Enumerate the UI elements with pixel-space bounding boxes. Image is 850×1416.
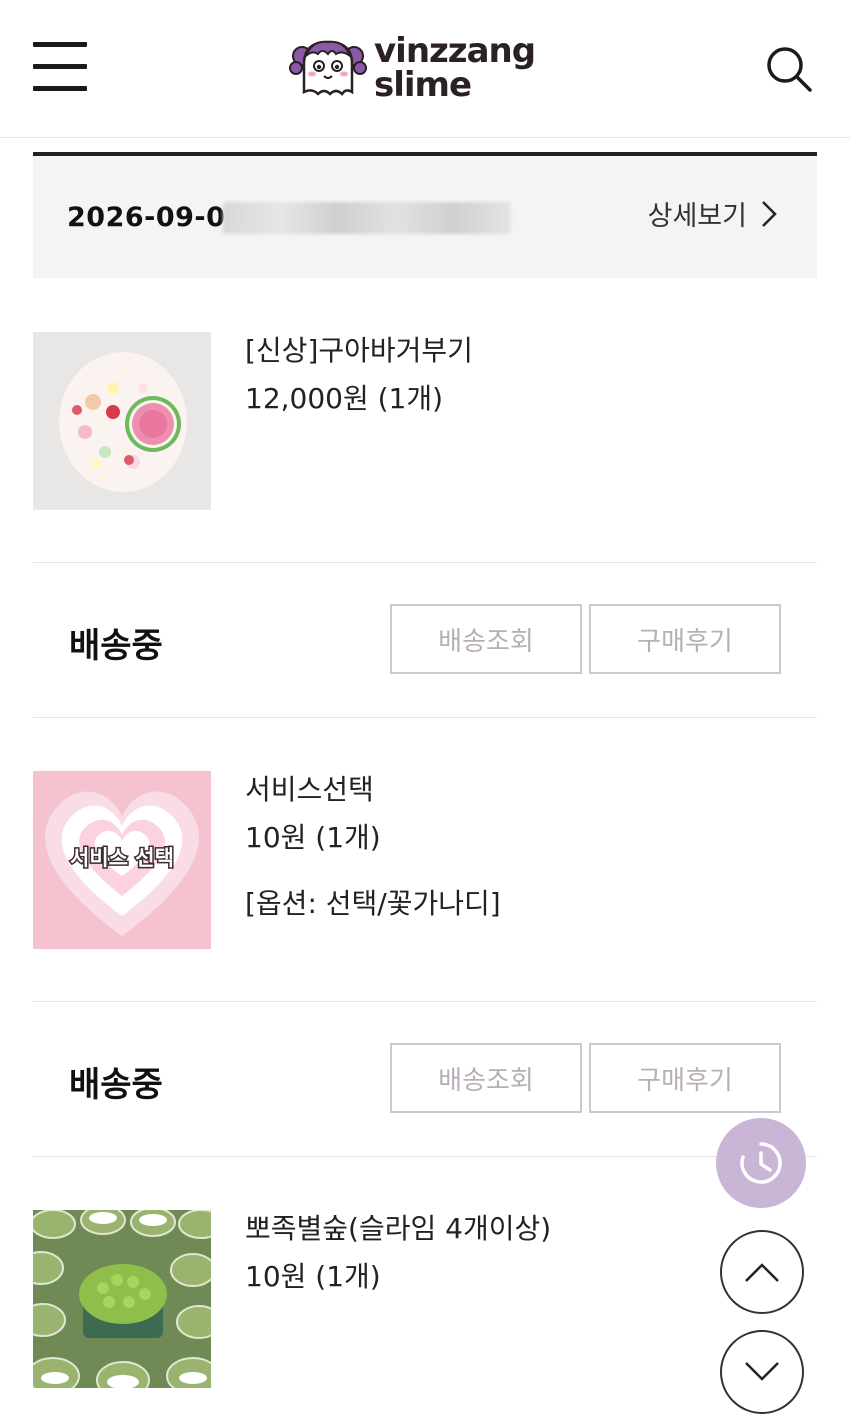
product-price: 10원 (1개) — [245, 1260, 381, 1293]
detail-link-label: 상세보기 — [647, 201, 747, 232]
item-info: [신상]구아바거부기 12,000원 (1개) — [245, 332, 473, 418]
thumb-label: 서비스 선택 — [70, 846, 174, 870]
divider — [33, 1156, 817, 1157]
app-header: vinzzang slime — [0, 0, 850, 138]
product-thumbnail[interactable] — [33, 1210, 211, 1388]
search-icon[interactable] — [764, 44, 814, 94]
brand-logo[interactable]: vinzzang slime — [288, 34, 568, 106]
product-thumbnail[interactable]: 서비스 선택 — [33, 771, 211, 949]
order-summary-bar: 2026-09-0( 상세보기 — [33, 156, 817, 278]
track-shipment-button[interactable]: 배송조회 — [390, 1043, 582, 1113]
order-item: [신상]구아바거부기 12,000원 (1개) — [33, 332, 817, 510]
chevron-down-icon — [745, 1362, 779, 1381]
redacted-order-number — [223, 202, 511, 234]
chevron-up-icon — [745, 1263, 779, 1282]
product-price: 10원 (1개) — [245, 821, 381, 854]
item-info: 서비스선택 10원 (1개) [옵션: 선택/꽃가나디] — [245, 771, 501, 923]
track-shipment-button[interactable]: 배송조회 — [390, 604, 582, 674]
ghost-mascot-icon — [289, 40, 367, 96]
write-review-button[interactable]: 구매후기 — [589, 604, 781, 674]
order-detail-link[interactable]: 상세보기 — [648, 194, 777, 233]
divider — [33, 562, 817, 563]
clock-icon — [740, 1142, 782, 1184]
product-thumbnail[interactable] — [33, 332, 211, 510]
order-date: 2026-09-0( — [67, 202, 239, 233]
product-name[interactable]: 서비스선택 — [245, 771, 501, 809]
product-name[interactable]: [신상]구아바거부기 — [245, 332, 473, 370]
order-item: 서비스 선택 서비스선택 10원 (1개) [옵션: 선택/꽃가나디] — [33, 771, 817, 949]
order-item: 뽀족별숲(슬라임 4개이상) 10원 (1개) — [33, 1210, 817, 1388]
scroll-bottom-button[interactable] — [720, 1330, 804, 1414]
logo-line1: vinzzang — [374, 31, 536, 71]
shipping-status-row: 배송중 배송조회 구매후기 — [33, 1043, 817, 1113]
product-name[interactable]: 뽀족별숲(슬라임 4개이상) — [245, 1210, 551, 1248]
scroll-top-button[interactable] — [720, 1230, 804, 1314]
divider — [33, 717, 817, 718]
chevron-right-icon — [762, 200, 777, 227]
divider — [33, 1001, 817, 1002]
hamburger-menu-icon[interactable] — [33, 42, 89, 92]
recent-view-button[interactable] — [716, 1118, 806, 1208]
shipping-status-row: 배송중 배송조회 구매후기 — [33, 604, 817, 674]
shipping-status: 배송중 — [69, 1065, 163, 1105]
product-price: 12,000원 (1개) — [245, 382, 444, 415]
shipping-status: 배송중 — [69, 626, 163, 666]
logo-line2: slime — [374, 65, 472, 105]
write-review-button[interactable]: 구매후기 — [589, 1043, 781, 1113]
brand-wordmark: vinzzang slime — [374, 31, 536, 105]
item-info: 뽀족별숲(슬라임 4개이상) 10원 (1개) — [245, 1210, 551, 1296]
product-option: [옵션: 선택/꽃가나디] — [245, 887, 501, 920]
